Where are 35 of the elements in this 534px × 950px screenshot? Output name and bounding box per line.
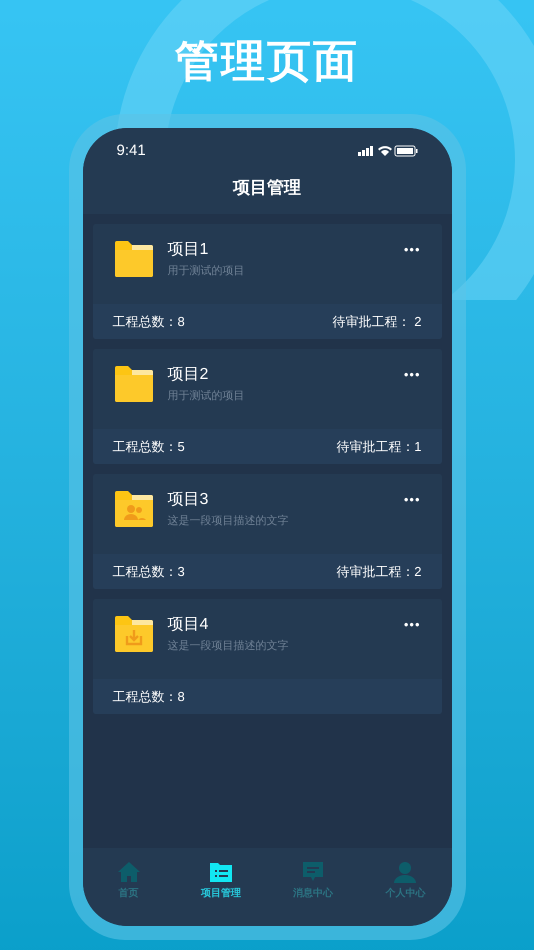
more-button[interactable]: ••• [404, 365, 420, 385]
total-count: 工程总数：3 [112, 562, 185, 581]
project-card[interactable]: 项目1 用于测试的项目 ••• 工程总数：8 待审批工程： 2 [92, 224, 442, 339]
project-description: 用于测试的项目 [168, 264, 246, 279]
tab-item[interactable]: 项目管理 [174, 860, 267, 926]
home-icon [116, 860, 141, 884]
project-description: 这是一段项目描述的文字 [168, 638, 290, 654]
project-name: 项目4 [168, 615, 210, 635]
status-icons [358, 145, 418, 157]
total-count: 工程总数：5 [112, 438, 185, 456]
more-button[interactable]: ••• [404, 615, 420, 635]
folder-people-icon [114, 490, 154, 528]
more-button[interactable]: ••• [404, 490, 420, 510]
project-card[interactable]: 项目2 用于测试的项目 ••• 工程总数：5 待审批工程：1 [92, 349, 442, 464]
project-card[interactable]: 项目4 这是一段项目描述的文字 ••• 工程总数：8 [92, 599, 442, 714]
project-name: 项目1 [168, 240, 210, 260]
folder-icon [114, 240, 154, 278]
project-name: 项目2 [168, 365, 210, 385]
header-title: 项目管理 [233, 177, 301, 200]
person-icon [393, 860, 418, 884]
project-description: 用于测试的项目 [168, 389, 246, 404]
pending-count: 待审批工程：1 [336, 438, 422, 456]
folder-list-icon [208, 860, 233, 884]
more-button[interactable]: ••• [404, 240, 420, 260]
project-description: 这是一段项目描述的文字 [168, 514, 290, 529]
status-time: 9:41 [116, 140, 146, 161]
pending-count: 待审批工程：2 [336, 562, 422, 581]
project-card[interactable]: 项目3 这是一段项目描述的文字 ••• 工程总数：3 待审批工程：2 [92, 474, 442, 589]
page-headline: 管理页面 [175, 36, 359, 88]
folder-icon [114, 365, 154, 403]
project-name: 项目3 [168, 490, 210, 510]
total-count: 工程总数：8 [112, 688, 185, 706]
folder-download-icon [114, 615, 154, 653]
total-count: 工程总数：8 [112, 312, 185, 331]
pending-count: 待审批工程： 2 [332, 312, 422, 331]
